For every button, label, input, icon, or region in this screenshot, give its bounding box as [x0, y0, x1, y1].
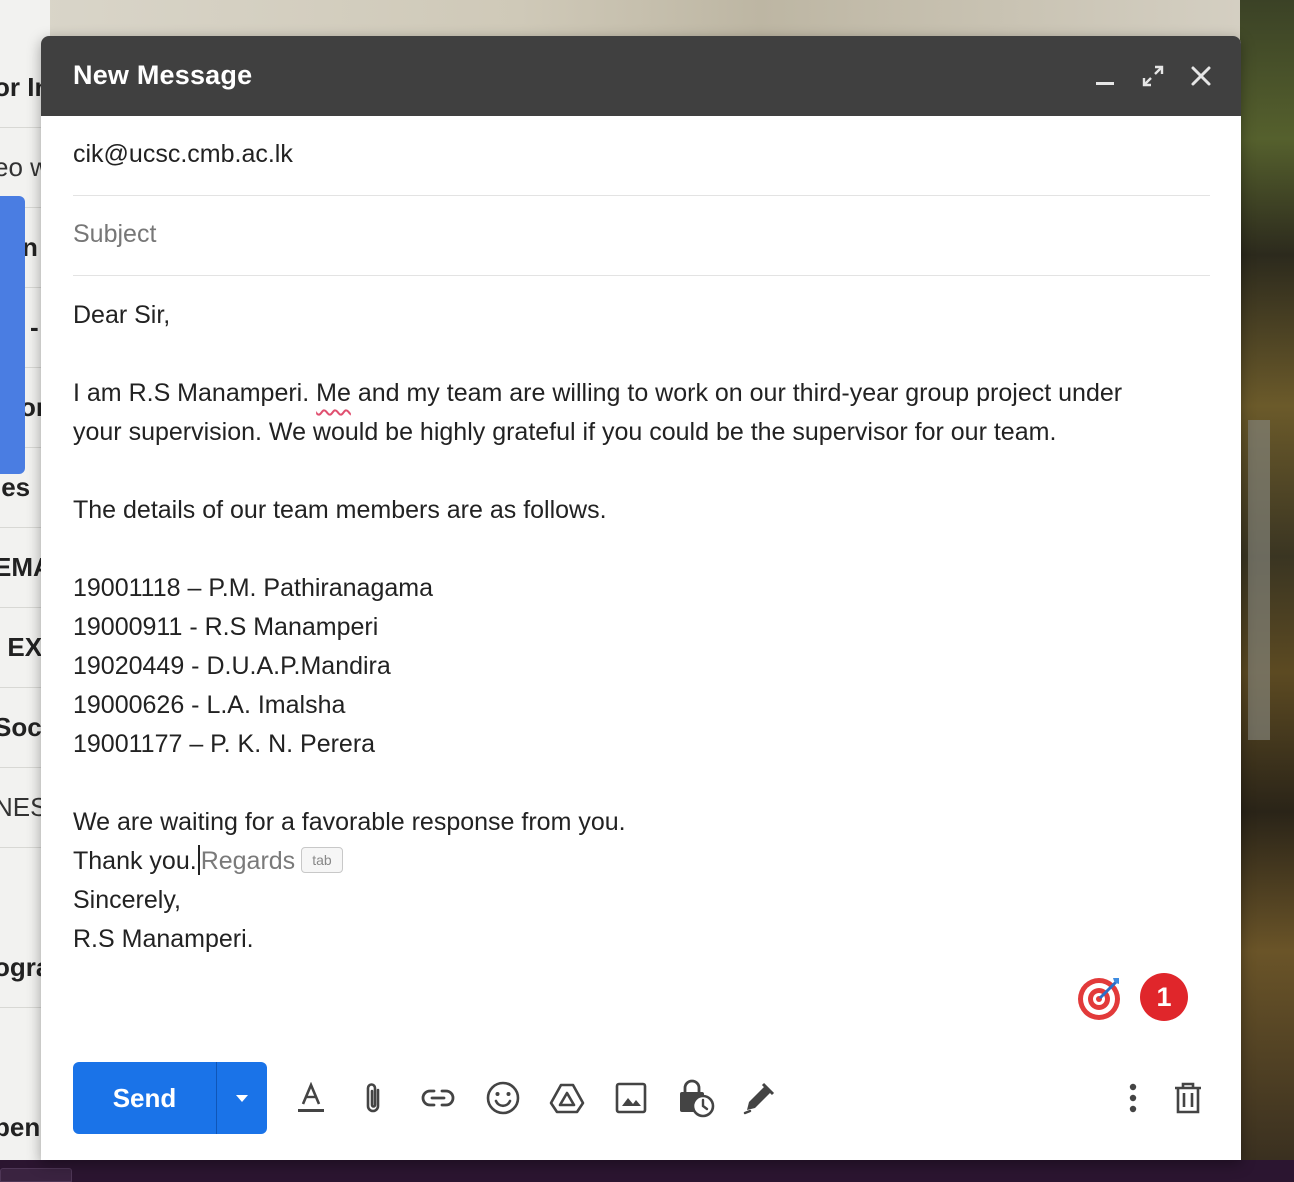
send-button-group: Send	[73, 1062, 267, 1134]
background-wallpaper-right	[1240, 0, 1294, 1160]
more-options-icon	[1129, 1083, 1137, 1113]
chevron-down-icon	[236, 1095, 248, 1102]
body-intro-line-2: your supervision. We would be highly gra…	[73, 418, 1057, 446]
formatting-button[interactable]	[289, 1076, 333, 1120]
body-blank-line	[73, 530, 1193, 569]
text-cursor	[197, 845, 200, 875]
team-member-line: 19000626 - L.A. Imalsha	[73, 691, 346, 719]
insert-drive-file-button[interactable]	[545, 1076, 589, 1120]
team-member-line: 19020449 - D.U.A.P.Mandira	[73, 652, 391, 680]
body-waiting-line: We are waiting for a favorable response …	[73, 808, 626, 836]
taskbar-item[interactable]	[0, 1168, 72, 1182]
sidebar-compose-tab	[0, 196, 25, 474]
minimize-icon	[1096, 82, 1114, 85]
body-blank-line	[73, 764, 1193, 803]
attach-file-button[interactable]	[352, 1076, 396, 1120]
spellcheck-flagged-word[interactable]: Me	[316, 379, 351, 407]
body-thanks-line: Thank you. Regards tab	[73, 842, 1193, 881]
body-signature: R.S Manamperi.	[73, 925, 254, 953]
formatting-icon	[298, 1082, 324, 1112]
insert-link-button[interactable]	[416, 1076, 460, 1120]
discard-icon	[1175, 1082, 1201, 1114]
confidential-icon	[680, 1079, 715, 1118]
minimize-button[interactable]	[1087, 58, 1123, 94]
confidential-mode-button[interactable]	[673, 1076, 717, 1120]
target-extension-icon[interactable]	[1075, 972, 1125, 1022]
photo-icon	[615, 1082, 647, 1114]
body-closing: Sincerely,	[73, 886, 181, 914]
message-body[interactable]: Dear Sir, I am R.S Manamperi. Me and my …	[73, 296, 1193, 959]
expand-icon	[1142, 65, 1164, 87]
signature-icon	[743, 1082, 775, 1115]
link-icon	[421, 1089, 455, 1107]
send-button[interactable]: Send	[73, 1062, 217, 1134]
background-scrollbar	[1248, 420, 1270, 740]
smart-compose-suggestion[interactable]: Regards	[201, 847, 296, 875]
compose-title: New Message	[73, 60, 253, 90]
to-field[interactable]: cik@ucsc.cmb.ac.lk	[73, 116, 1210, 196]
to-recipient[interactable]: cik@ucsc.cmb.ac.lk	[73, 140, 293, 169]
drive-icon	[549, 1083, 585, 1114]
body-greeting: Dear Sir,	[73, 301, 171, 329]
smart-compose-tab-hint: tab	[301, 847, 343, 873]
emoji-icon	[486, 1081, 520, 1115]
notification-badge[interactable]: 1	[1140, 973, 1188, 1021]
team-member-line: 19001118 – P.M. Pathiranagama	[73, 574, 433, 602]
body-blank-line	[73, 452, 1193, 491]
insert-emoji-button[interactable]	[481, 1076, 525, 1120]
os-taskbar	[0, 1160, 1294, 1182]
subject-field[interactable]	[73, 196, 1210, 276]
close-icon	[1191, 66, 1211, 86]
body-details-line: The details of our team members are as f…	[73, 496, 607, 524]
target-icon	[1078, 978, 1120, 1020]
insert-signature-button[interactable]	[737, 1076, 781, 1120]
body-blank-line	[73, 335, 1193, 374]
more-options-button[interactable]	[1111, 1076, 1155, 1120]
background-wallpaper-top	[40, 0, 1240, 40]
compose-window: New Message cik@ucsc.cmb.ac.lk Dear Sir,…	[41, 36, 1241, 1160]
subject-input[interactable]	[73, 214, 1173, 254]
expand-button[interactable]	[1135, 58, 1171, 94]
close-button[interactable]	[1183, 58, 1219, 94]
schedule-send-dropdown[interactable]	[217, 1062, 267, 1134]
body-intro-line-1: I am R.S Manamperi. Me and my team are w…	[73, 379, 1123, 407]
team-member-line: 19000911 - R.S Manamperi	[73, 613, 379, 641]
attach-icon	[366, 1083, 380, 1113]
team-member-line: 19001177 – P. K. N. Perera	[73, 730, 376, 758]
discard-draft-button[interactable]	[1166, 1076, 1210, 1120]
compose-header[interactable]: New Message	[41, 36, 1241, 116]
insert-photo-button[interactable]	[609, 1076, 653, 1120]
